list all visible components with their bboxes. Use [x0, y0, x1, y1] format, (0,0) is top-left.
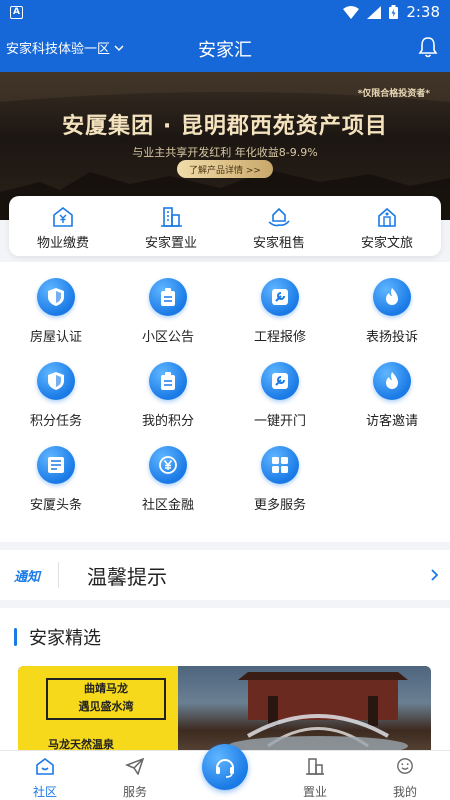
chevron-right-icon[interactable]: [430, 569, 438, 581]
service-feedback[interactable]: 表扬投诉: [336, 278, 448, 345]
service-repair[interactable]: 工程报修: [224, 278, 336, 345]
tab-label: 服务: [122, 785, 147, 799]
building-icon: [161, 207, 182, 227]
notice-icon: [149, 362, 187, 400]
smile-icon: [397, 758, 413, 774]
wifi-icon: [343, 5, 360, 19]
card-line1: 曲靖马龙: [84, 682, 128, 695]
card-ad-box: 曲靖马龙 遇见盛水湾: [46, 678, 166, 720]
page-title: 安家汇: [198, 40, 252, 61]
service-label: 表扬投诉: [365, 330, 418, 345]
service-label: 我的积分: [141, 414, 194, 429]
notice-bar[interactable]: 通知 温馨提示: [0, 542, 450, 600]
notice-divider: [58, 562, 60, 588]
service-finance[interactable]: 社区金融: [112, 446, 224, 513]
quick-item-label: 安家置业: [144, 236, 197, 251]
fountain-image: [228, 672, 408, 756]
shield-icon: [37, 278, 75, 316]
service-visitor-invite[interactable]: 访客邀请: [336, 362, 448, 429]
quick-item-label: 安家租售: [252, 236, 305, 251]
service-label: 积分任务: [29, 414, 82, 429]
tab-label: 社区: [32, 785, 57, 799]
services-grid: 房屋认证 小区公告 工程报修 表扬投诉 积分任务 我的积分 一键开门 访客邀请 …: [0, 262, 450, 542]
featured-header: 安家精选: [14, 624, 101, 650]
flame-icon: [373, 362, 411, 400]
featured-title: 安家精选: [29, 628, 101, 649]
status-bar: A 2:38: [0, 0, 450, 24]
news-icon: [37, 446, 75, 484]
tab-community[interactable]: 社区: [15, 757, 75, 800]
quick-item-property[interactable]: 安家置业: [117, 196, 225, 256]
payment-icon: [53, 206, 73, 227]
service-label: 房屋认证: [29, 330, 82, 345]
service-label: 访客邀请: [365, 414, 418, 429]
quick-item-travel[interactable]: 安家文旅: [333, 196, 441, 256]
service-more[interactable]: 更多服务: [224, 446, 336, 513]
service-announcement[interactable]: 小区公告: [112, 278, 224, 345]
quick-access-bar: 物业缴费 安家置业 安家租售 安家文旅: [9, 196, 441, 256]
service-headlines[interactable]: 安厦头条: [0, 446, 112, 513]
service-label: 小区公告: [141, 330, 194, 345]
banner-qualifier: *仅限合格投资者*: [357, 89, 430, 99]
grid-icon: [261, 446, 299, 484]
quick-item-label: 物业缴费: [36, 236, 89, 251]
customer-service-button[interactable]: [202, 744, 248, 790]
banner-subtitle: 与业主共享开发红利 年化收益8-9.9%: [132, 146, 318, 159]
banner-headline: 安厦集团 · 昆明郡西苑资产项目: [62, 114, 388, 139]
service-open-door[interactable]: 一键开门: [224, 362, 336, 429]
service-label: 工程报修: [253, 330, 306, 345]
wrench-icon: [261, 278, 299, 316]
status-time: 2:38: [406, 3, 440, 21]
tab-label: 置业: [302, 785, 327, 799]
flame-icon: [373, 278, 411, 316]
tab-service[interactable]: 服务: [105, 757, 165, 800]
banner-detail-button[interactable]: 了解产品详情 >>: [177, 160, 273, 178]
app-header: 安家科技体验一区 安家汇: [0, 24, 450, 72]
wrench-icon: [261, 362, 299, 400]
battery-icon: [389, 5, 399, 19]
service-house-verify[interactable]: 房屋认证: [0, 278, 112, 345]
service-label: 更多服务: [253, 498, 306, 513]
yen-icon: [149, 446, 187, 484]
headset-icon: [216, 759, 234, 778]
section-accent-bar: [14, 628, 17, 646]
shield-icon: [37, 362, 75, 400]
card-photo: [178, 666, 431, 758]
tab-property[interactable]: 置业: [285, 757, 345, 800]
notice-title: 温馨提示: [87, 564, 168, 589]
notice-icon: [149, 278, 187, 316]
service-points-task[interactable]: 积分任务: [0, 362, 112, 429]
home-icon: [36, 758, 54, 775]
notice-tag: 通知: [14, 569, 41, 585]
send-icon: [124, 757, 145, 776]
tab-mine[interactable]: 我的: [375, 757, 435, 800]
card-line2: 遇见盛水湾: [78, 700, 134, 713]
service-label: 社区金融: [141, 498, 194, 513]
house-hand-icon: [268, 207, 290, 227]
tab-label: 我的: [392, 785, 417, 799]
signal-icon: [367, 5, 382, 19]
quick-item-label: 安家文旅: [360, 236, 413, 251]
service-my-points[interactable]: 我的积分: [112, 362, 224, 429]
quick-item-payment[interactable]: 物业缴费: [9, 196, 117, 256]
travel-icon: [378, 207, 396, 227]
service-label: 一键开门: [253, 414, 306, 429]
notification-badge-icon: A: [10, 5, 23, 19]
building-icon: [306, 758, 324, 775]
quick-item-rental[interactable]: 安家租售: [225, 196, 333, 256]
featured-section: 安家精选 曲靖马龙 遇见盛水湾 马龙天然温泉: [0, 600, 450, 758]
bell-icon[interactable]: [418, 36, 438, 58]
service-label: 安厦头条: [29, 498, 82, 513]
